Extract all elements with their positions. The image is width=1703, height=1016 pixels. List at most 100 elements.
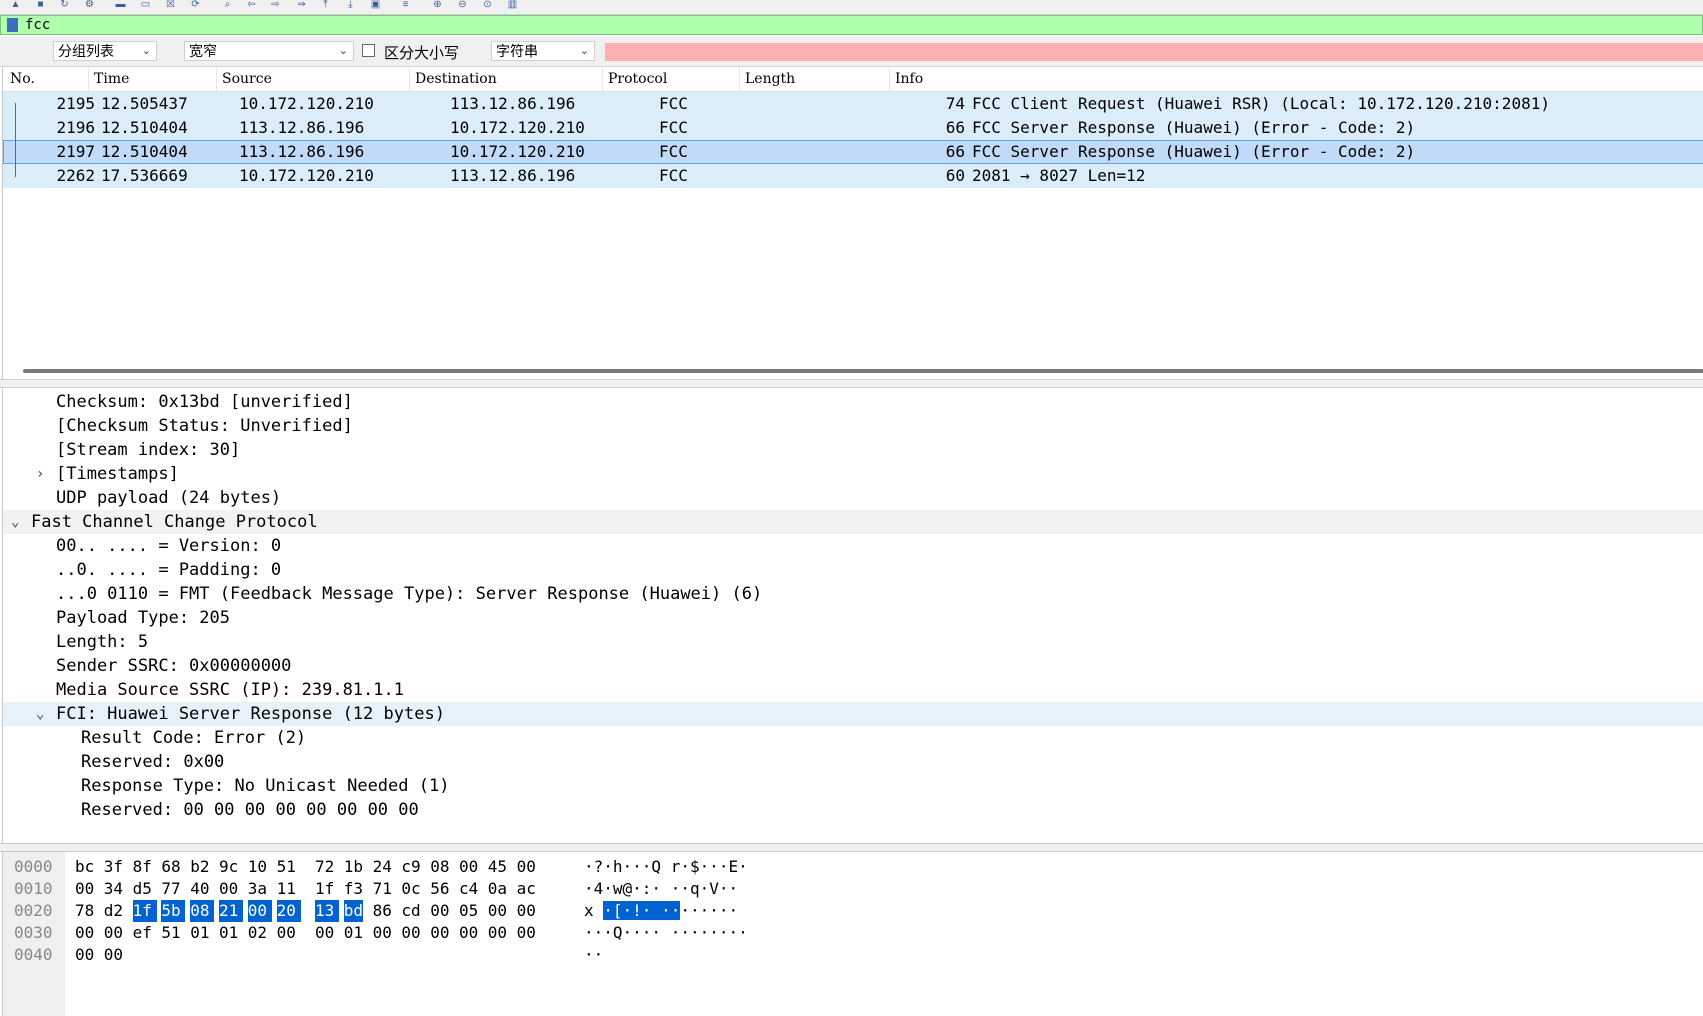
hex-byte[interactable]: 00	[315, 922, 334, 944]
display-filter-input[interactable]	[25, 16, 1625, 34]
hex-byte[interactable]: 00	[104, 922, 123, 944]
column-header-info[interactable]: Info	[890, 67, 1703, 91]
restart-icon[interactable]: ↻	[57, 0, 72, 10]
packet-row[interactable]: 2195 12.505437 10.172.120.210 113.12.86.196…	[3, 92, 1703, 116]
forward-arrow-icon[interactable]: ⇨	[268, 0, 283, 10]
hex-byte[interactable]: 00	[517, 900, 536, 922]
options-icon[interactable]: ⚙	[82, 0, 97, 10]
autoscroll-icon[interactable]: ▣	[368, 0, 383, 10]
column-header-length[interactable]: Length	[740, 67, 890, 91]
hex-byte[interactable]: 01	[190, 922, 209, 944]
hex-byte[interactable]: d2	[104, 900, 123, 922]
hex-byte[interactable]: bc	[75, 856, 94, 878]
hex-byte[interactable]: 20	[276, 900, 301, 922]
last-packet-icon[interactable]: ⤓	[343, 0, 358, 10]
hex-byte[interactable]: 9c	[219, 856, 238, 878]
hex-byte[interactable]: d5	[133, 878, 152, 900]
go-to-packet-icon[interactable]: ⇒	[294, 0, 309, 10]
hex-byte[interactable]: 13	[315, 900, 340, 922]
back-arrow-icon[interactable]: ⇦	[244, 0, 259, 10]
hex-byte[interactable]: 78	[75, 900, 94, 922]
horizontal-scrollbar[interactable]	[23, 369, 1703, 373]
close-file-icon[interactable]: ☒	[163, 0, 178, 10]
hex-byte[interactable]: 0c	[401, 878, 420, 900]
hex-byte[interactable]: c9	[401, 856, 420, 878]
hex-byte[interactable]: 00	[488, 922, 507, 944]
hex-byte[interactable]: ac	[517, 878, 536, 900]
hex-byte[interactable]: 5b	[161, 900, 186, 922]
column-header-destination[interactable]: Destination	[410, 67, 603, 91]
hex-byte[interactable]: 71	[373, 878, 392, 900]
hex-byte[interactable]: cd	[401, 900, 420, 922]
hex-byte[interactable]: 00	[517, 922, 536, 944]
hex-byte[interactable]: 05	[459, 900, 478, 922]
hex-byte[interactable]: 21	[219, 900, 244, 922]
search-type-select[interactable]: 字符串 ⌄	[491, 41, 595, 61]
hex-byte[interactable]: 8f	[133, 856, 152, 878]
hex-byte[interactable]: 56	[430, 878, 449, 900]
hex-byte[interactable]: 00	[401, 922, 420, 944]
hex-byte[interactable]: 00	[247, 900, 272, 922]
charset-select[interactable]: 宽窄 ⌄	[184, 41, 354, 61]
zoom-in-icon[interactable]: ⊕	[430, 0, 445, 10]
zoom-out-icon[interactable]: ⊖	[455, 0, 470, 10]
hex-byte[interactable]: 00	[430, 922, 449, 944]
hex-byte[interactable]: 00	[104, 944, 123, 966]
detail-row[interactable]: 00.. .... = Version: 0	[3, 534, 1703, 558]
detail-row[interactable]: [Stream index: 30]	[3, 438, 1703, 462]
search-scope-select[interactable]: 分组列表 ⌄	[53, 41, 157, 61]
column-header-protocol[interactable]: Protocol	[603, 67, 740, 91]
detail-row[interactable]: Response Type: No Unicast Needed (1)	[3, 774, 1703, 798]
detail-row[interactable]: Media Source SSRC (IP): 239.81.1.1	[3, 678, 1703, 702]
hex-byte[interactable]: 45	[488, 856, 507, 878]
case-sensitive-checkbox[interactable]	[362, 44, 375, 57]
search-input[interactable]	[605, 43, 1703, 61]
hex-byte[interactable]: 00	[277, 922, 296, 944]
hex-byte[interactable]: 08	[430, 856, 449, 878]
hex-byte[interactable]: 00	[75, 944, 94, 966]
hex-byte[interactable]: 00	[517, 856, 536, 878]
hex-byte[interactable]: 08	[190, 900, 215, 922]
packet-row[interactable]: 2196 12.510404 113.12.86.196 10.172.120.210…	[3, 116, 1703, 140]
hex-byte[interactable]: 77	[161, 878, 180, 900]
column-header-no[interactable]: No.	[5, 67, 89, 91]
stop-icon[interactable]: ■	[33, 0, 48, 10]
bookmark-icon[interactable]	[7, 18, 18, 32]
hex-byte[interactable]: 1f	[315, 878, 334, 900]
detail-row[interactable]: ...0 0110 = FMT (Feedback Message Type):…	[3, 582, 1703, 606]
hex-byte[interactable]: 00	[459, 922, 478, 944]
hex-byte[interactable]: 01	[344, 922, 363, 944]
resize-columns-icon[interactable]: ▥	[505, 0, 520, 10]
open-folder-icon[interactable]: ▬	[113, 0, 128, 10]
hex-byte[interactable]: 3a	[248, 878, 267, 900]
hex-byte[interactable]: 10	[248, 856, 267, 878]
hex-byte[interactable]: 00	[373, 922, 392, 944]
reload-icon[interactable]: ⟳	[188, 0, 203, 10]
detail-row[interactable]: Payload Type: 205	[3, 606, 1703, 630]
hex-byte[interactable]: 00	[219, 878, 238, 900]
hex-byte[interactable]: 51	[161, 922, 180, 944]
column-header-source[interactable]: Source	[217, 67, 410, 91]
hex-byte[interactable]: ef	[133, 922, 152, 944]
hex-byte[interactable]: 24	[373, 856, 392, 878]
find-icon[interactable]: ⌕	[220, 0, 235, 10]
hex-byte[interactable]: 0a	[488, 878, 507, 900]
pane-splitter-top[interactable]	[0, 379, 1703, 388]
hex-byte[interactable]: 72	[315, 856, 334, 878]
hex-byte[interactable]: b2	[190, 856, 209, 878]
hex-byte[interactable]: 68	[161, 856, 180, 878]
hex-byte[interactable]: 00	[75, 922, 94, 944]
detail-row[interactable]: [Checksum Status: Unverified]	[3, 414, 1703, 438]
column-header-time[interactable]: Time	[89, 67, 217, 91]
detail-row[interactable]: ..0. .... = Padding: 0	[3, 558, 1703, 582]
detail-row[interactable]: Length: 5	[3, 630, 1703, 654]
chevron-down-icon[interactable]: ⌄	[36, 702, 44, 726]
detail-row[interactable]: Result Code: Error (2)	[3, 726, 1703, 750]
detail-row[interactable]: UDP payload (24 bytes)	[3, 486, 1703, 510]
colorize-icon[interactable]: ≡	[398, 0, 413, 10]
detail-row[interactable]: ⌄ FCI: Huawei Server Response (12 bytes)	[3, 702, 1703, 726]
hex-byte[interactable]: 02	[248, 922, 267, 944]
hex-byte[interactable]: 3f	[104, 856, 123, 878]
shark-fin-icon[interactable]: ▲	[8, 0, 23, 10]
hex-byte[interactable]: 34	[104, 878, 123, 900]
